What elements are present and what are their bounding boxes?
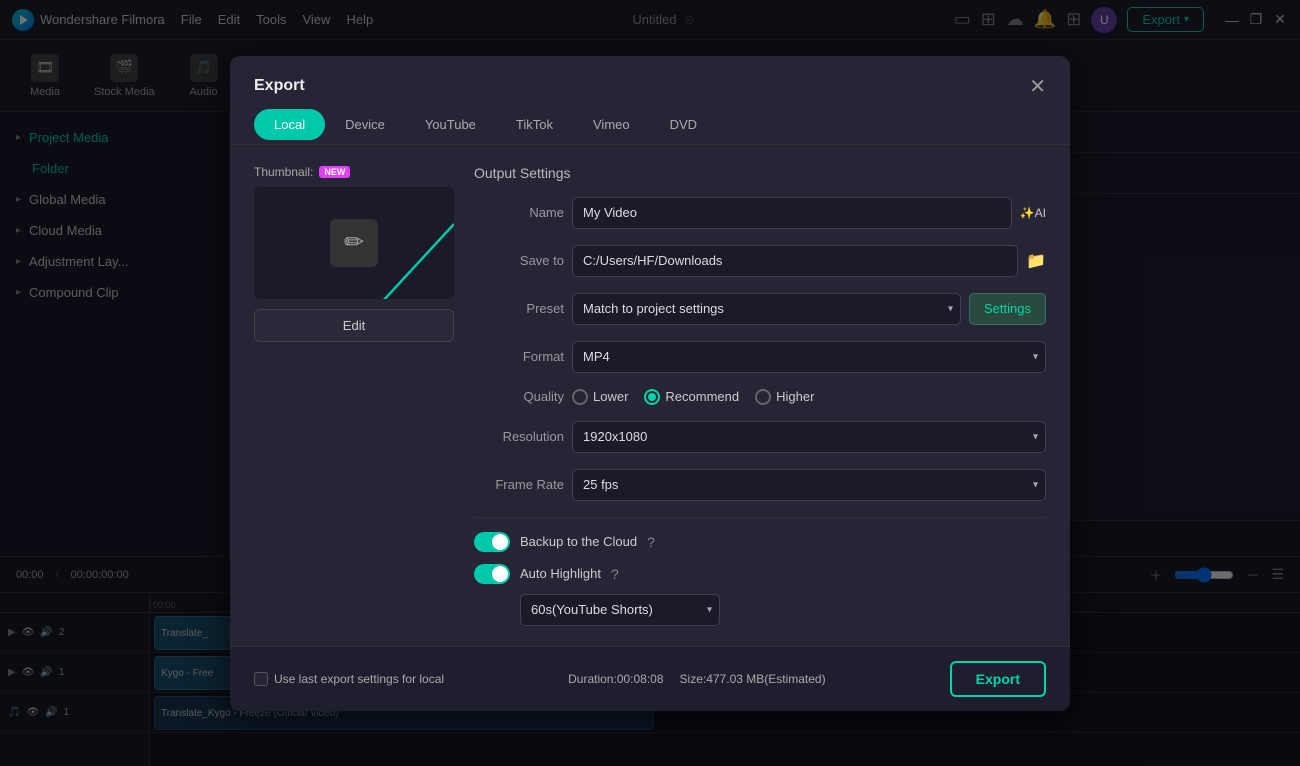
- radio-recommend: [644, 389, 660, 405]
- preset-row: Preset Match to project settings ▾ Setti…: [474, 293, 1046, 325]
- tab-tiktok[interactable]: TikTok: [496, 109, 573, 140]
- radio-higher: [755, 389, 771, 405]
- preset-select-wrap: Match to project settings ▾: [572, 293, 961, 325]
- last-settings-checkbox-wrap[interactable]: Use last export settings for local: [254, 672, 444, 686]
- name-input-wrap[interactable]: [572, 197, 1012, 229]
- last-settings-checkbox[interactable]: [254, 672, 268, 686]
- backup-help-icon[interactable]: ?: [647, 534, 655, 550]
- thumbnail-preview: ✏: [254, 187, 454, 299]
- quality-higher[interactable]: Higher: [755, 389, 814, 405]
- frame-rate-label: Frame Rate: [474, 477, 564, 492]
- tab-youtube[interactable]: YouTube: [405, 109, 496, 140]
- quality-lower[interactable]: Lower: [572, 389, 628, 405]
- dialog-footer: Use last export settings for local Durat…: [230, 646, 1070, 711]
- name-row: Name ✨AI: [474, 197, 1046, 229]
- edit-thumbnail-button[interactable]: Edit: [254, 309, 454, 342]
- radio-lower: [572, 389, 588, 405]
- radio-dot-recommend: [648, 393, 656, 401]
- quality-label: Quality: [474, 389, 564, 404]
- format-row: Format MP4 ▾: [474, 341, 1046, 373]
- highlight-duration-select[interactable]: 60s(YouTube Shorts): [520, 594, 720, 626]
- new-badge: NEW: [319, 166, 350, 178]
- tab-local[interactable]: Local: [254, 109, 325, 140]
- thumb-icon: ✏: [330, 219, 378, 267]
- footer-info: Duration:00:08:08 Size:477.03 MB(Estimat…: [568, 672, 825, 686]
- settings-panel: Output Settings Name ✨AI Save to C:/User…: [474, 165, 1046, 626]
- backup-label: Backup to the Cloud: [520, 534, 637, 549]
- last-settings-label: Use last export settings for local: [274, 672, 444, 686]
- preset-select[interactable]: Match to project settings: [572, 293, 961, 325]
- highlight-help-icon[interactable]: ?: [611, 566, 619, 582]
- quality-recommend[interactable]: Recommend: [644, 389, 739, 405]
- dialog-header: Export ✕: [230, 56, 1070, 109]
- quality-row: Quality Lower Recommend: [474, 389, 1046, 405]
- toggle-knob-highlight: [492, 566, 508, 582]
- backup-toggle[interactable]: [474, 532, 510, 552]
- frame-rate-row: Frame Rate 25 fps ▾: [474, 469, 1046, 501]
- resolution-select[interactable]: 1920x1080: [572, 421, 1046, 453]
- name-label: Name: [474, 205, 564, 220]
- frame-rate-select-wrap: 25 fps ▾: [572, 469, 1046, 501]
- modal-backdrop: Export ✕ Local Device YouTube TikTok Vim…: [0, 0, 1300, 766]
- highlight-toggle[interactable]: [474, 564, 510, 584]
- toggle-backup-row: Backup to the Cloud ?: [474, 526, 1046, 558]
- thumbnail-panel: Thumbnail: NEW ✏: [254, 165, 454, 626]
- toggle-knob-backup: [492, 534, 508, 550]
- footer-left: Use last export settings for local: [254, 672, 444, 686]
- resolution-label: Resolution: [474, 429, 564, 444]
- frame-rate-select[interactable]: 25 fps: [572, 469, 1046, 501]
- export-dialog: Export ✕ Local Device YouTube TikTok Vim…: [230, 56, 1070, 711]
- duration-info: Duration:00:08:08: [568, 672, 663, 686]
- tab-vimeo[interactable]: Vimeo: [573, 109, 650, 140]
- tab-device[interactable]: Device: [325, 109, 405, 140]
- dialog-body: Thumbnail: NEW ✏: [230, 145, 1070, 646]
- thumbnail-label: Thumbnail: NEW: [254, 165, 454, 179]
- format-label: Format: [474, 349, 564, 364]
- browse-folder-icon[interactable]: 📁: [1026, 251, 1046, 271]
- format-select[interactable]: MP4: [572, 341, 1046, 373]
- save-to-row: Save to C:/Users/HF/Downloads 📁: [474, 245, 1046, 277]
- dialog-tabs: Local Device YouTube TikTok Vimeo DVD: [230, 109, 1070, 145]
- ai-icon: ✨AI: [1020, 206, 1046, 220]
- size-info: Size:477.03 MB(Estimated): [680, 672, 826, 686]
- format-select-wrap: MP4 ▾: [572, 341, 1046, 373]
- quality-options: Lower Recommend Higher: [572, 389, 814, 405]
- resolution-row: Resolution 1920x1080 ▾: [474, 421, 1046, 453]
- export-action-button[interactable]: Export: [950, 661, 1046, 697]
- tab-dvd[interactable]: DVD: [650, 109, 717, 140]
- highlight-duration-wrap: 60s(YouTube Shorts) ▾: [520, 594, 720, 626]
- divider-1: [474, 517, 1046, 518]
- toggle-highlight-row: Auto Highlight ?: [474, 558, 1046, 590]
- dialog-title: Export: [254, 77, 305, 95]
- path-input: C:/Users/HF/Downloads: [572, 245, 1018, 277]
- save-to-label: Save to: [474, 253, 564, 268]
- settings-button[interactable]: Settings: [969, 293, 1046, 325]
- dialog-close-button[interactable]: ✕: [1029, 74, 1046, 99]
- resolution-select-wrap: 1920x1080 ▾: [572, 421, 1046, 453]
- highlight-label: Auto Highlight: [520, 566, 601, 581]
- preset-label: Preset: [474, 301, 564, 316]
- output-settings-title: Output Settings: [474, 165, 1046, 181]
- name-input[interactable]: [583, 205, 1001, 220]
